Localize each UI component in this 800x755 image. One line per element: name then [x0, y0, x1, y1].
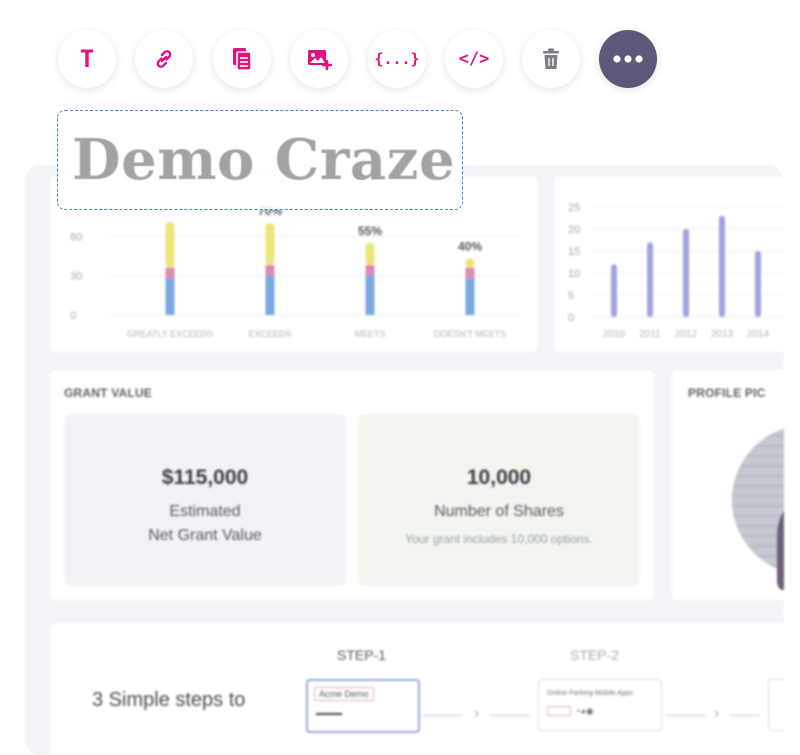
connector-line	[422, 715, 462, 716]
estimated-label-line2: Net Grant Value	[148, 527, 262, 544]
data-label: 55%	[358, 224, 382, 238]
selected-text-element[interactable]: Demo Craze	[57, 110, 463, 210]
more-button[interactable]	[599, 30, 657, 88]
add-image-icon	[308, 50, 332, 71]
step2-icons: ◔◕◉	[575, 706, 594, 716]
steps-intro: 3 Simple steps to	[92, 689, 246, 711]
x-tick-label: MEETS	[354, 329, 385, 339]
code-icon: </>	[458, 48, 490, 69]
bar-segment	[265, 223, 275, 266]
bar	[647, 242, 653, 317]
bar-segment	[465, 278, 475, 315]
text-button[interactable]: T	[58, 30, 116, 88]
chevron-right-icon: ›	[714, 705, 720, 722]
x-tick-label: 2012	[675, 329, 698, 340]
shares-value: 10,000	[466, 466, 532, 489]
more-dots-icon	[613, 55, 643, 63]
bar	[683, 229, 689, 317]
trash-icon	[543, 48, 559, 69]
bar-segment	[365, 242, 375, 266]
bar-segment	[165, 267, 175, 279]
link-icon	[156, 50, 172, 68]
bar-segment	[365, 275, 375, 315]
selected-text-content[interactable]: Demo Craze	[72, 127, 455, 193]
y-tick-label: 5	[568, 290, 574, 302]
step1-thumbnail: Acme Demo	[306, 679, 420, 733]
y-tick-label: 60	[70, 231, 82, 243]
variables-button[interactable]: {...}	[368, 30, 426, 88]
x-tick-label: GREATLY EXCEEDS	[127, 329, 213, 339]
step3-thumbnail	[768, 679, 784, 731]
bar-segment	[265, 265, 275, 276]
profile-pic-title: PROFILE PIC	[688, 386, 766, 400]
x-tick-label: 2011	[639, 329, 661, 340]
yearly-chart: 25 20 15 10 5 0 2010 2011 2012 2013 2014	[568, 202, 784, 340]
variable-braces-icon: {...}	[374, 49, 420, 68]
estimated-label: Estimated Net Grant Value	[64, 500, 346, 548]
shares-label: Number of Shares	[434, 503, 564, 520]
copy-icon	[233, 48, 252, 71]
bar	[755, 251, 761, 317]
x-tick-label: 2013	[711, 329, 734, 340]
step2-thumbnail: Online Parking Mobile Apps ◔◕◉	[538, 679, 662, 731]
dashboard-background: 60 30 0 GREATLY EXCEEDS 70% EXCEEDS 55% MEETS 40…	[24, 165, 784, 755]
bar	[719, 215, 725, 317]
step1-label: STEP-1	[337, 647, 387, 663]
data-label: 40%	[458, 240, 482, 254]
y-tick-label: 10	[568, 268, 580, 280]
grant-value-title: GRANT VALUE	[64, 386, 152, 400]
y-tick-label: 0	[568, 312, 574, 324]
y-tick-label: 20	[568, 224, 580, 236]
x-tick-label: 2010	[603, 329, 626, 340]
bar-segment	[465, 258, 475, 268]
profile-pic-card: PROFILE PIC	[672, 370, 784, 600]
chevron-right-icon: ›	[474, 705, 480, 722]
grant-value-card: GRANT VALUE $115,000 Estimated Net Grant…	[50, 370, 654, 600]
connector-line	[730, 715, 760, 716]
delete-button[interactable]	[522, 30, 580, 88]
copy-button[interactable]	[213, 30, 271, 88]
x-tick-label: EXCEEDS	[248, 329, 291, 339]
x-tick-label: 2014	[747, 329, 770, 340]
bar-segment	[265, 275, 275, 315]
step1-chip: Acme Demo	[314, 687, 374, 701]
estimated-value-box: $115,000 Estimated Net Grant Value	[64, 414, 346, 586]
bar-segment	[465, 267, 475, 279]
bar-segment	[365, 265, 375, 276]
estimated-label-line1: Estimated	[169, 503, 241, 520]
yearly-chart-card: 25 20 15 10 5 0 2010 2011 2012 2013 2014	[554, 177, 784, 352]
y-tick-label: 25	[568, 202, 580, 214]
steps-card: STEP-1 STEP-2 3 Simple steps to Acme Dem…	[50, 623, 784, 755]
bar	[611, 264, 617, 317]
text-icon: T	[79, 45, 95, 73]
step2-chip	[547, 706, 571, 716]
html-code-button[interactable]: </>	[445, 30, 503, 88]
link-button[interactable]	[135, 30, 193, 88]
y-tick-label: 30	[70, 271, 82, 283]
add-image-button[interactable]	[290, 30, 348, 88]
connector-line	[666, 715, 706, 716]
shares-note: Your grant includes 10,000 options.	[405, 532, 593, 546]
step2-label: STEP-2	[570, 647, 620, 663]
step2-title: Online Parking Mobile Apps	[547, 690, 633, 697]
x-tick-label: DOESN'T MEETS	[434, 329, 507, 339]
y-tick-label: 15	[568, 246, 580, 258]
bar-segment	[165, 278, 175, 315]
bar-segment	[165, 221, 175, 268]
connector-line	[490, 715, 530, 716]
shares-box: 10,000 Number of Shares Your grant inclu…	[358, 414, 640, 586]
estimated-value: $115,000	[161, 466, 249, 489]
step1-line	[316, 713, 342, 715]
y-tick-label: 0	[70, 310, 76, 322]
